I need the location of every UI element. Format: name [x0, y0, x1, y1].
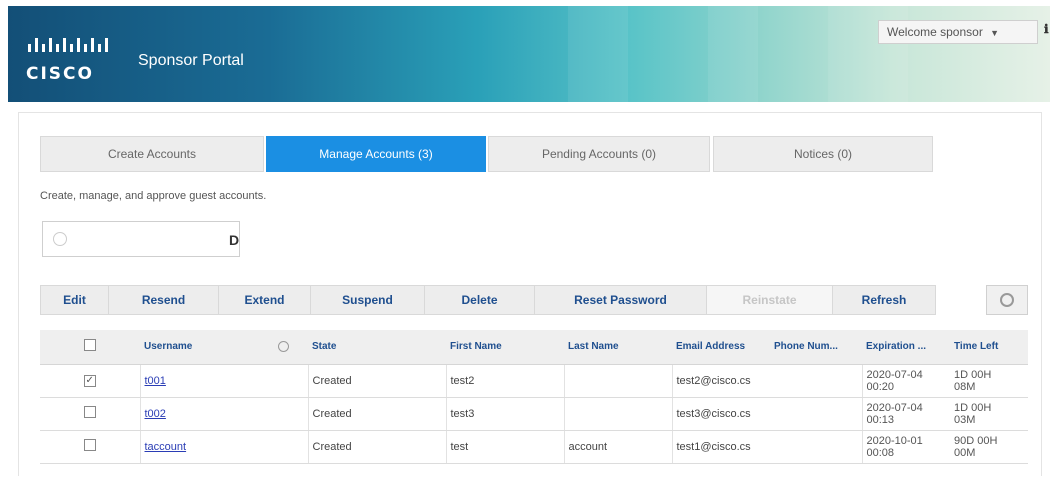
page-description: Create, manage, and approve guest accoun… — [40, 190, 267, 202]
cell-phone — [770, 364, 862, 398]
header-decoration — [708, 6, 758, 102]
search-box: D — [42, 221, 240, 257]
cell-time-left: 90D 00H 00M — [950, 430, 1028, 464]
column-time-left[interactable]: Time Left — [950, 330, 1028, 365]
expiration-date: 2020-07-04 — [866, 401, 923, 414]
column-sort-header — [278, 330, 308, 365]
cell-expiration: 2020-07-04 00:20 — [861, 364, 950, 398]
gear-icon — [1000, 293, 1014, 307]
extend-button[interactable]: Extend — [219, 286, 311, 314]
search-input[interactable] — [75, 230, 185, 248]
cell-expiration: 2020-07-04 00:13 — [861, 397, 950, 431]
cisco-logo-text: CISCO — [26, 64, 94, 84]
portal-header: CISCO Sponsor Portal Welcome sponsor ▼ ℹ — [8, 6, 1050, 102]
cell-username: t002 — [139, 397, 278, 431]
column-phone[interactable]: Phone Num... — [770, 330, 862, 365]
row-checkbox[interactable] — [83, 406, 96, 418]
cell-state: Created — [307, 397, 446, 431]
cell-email: test1@cisco.cs — [671, 430, 770, 464]
cell-state: Created — [307, 364, 446, 398]
tab-create-accounts[interactable]: Create Accounts — [40, 136, 264, 172]
cell-spacer — [278, 364, 308, 398]
delete-button[interactable]: Delete — [425, 286, 535, 314]
cell-first-name: test3 — [445, 397, 564, 431]
table-row[interactable]: taccount Created test account test1@cisc… — [40, 430, 1028, 464]
username-link[interactable]: taccount — [145, 441, 187, 453]
accounts-table: Username State First Name Last Name Emai… — [40, 330, 1028, 464]
tab-label: Manage Accounts (3) — [319, 147, 433, 161]
row-checkbox[interactable] — [83, 439, 96, 451]
expiration-time: 00:08 — [866, 446, 895, 459]
cell-username: t001 — [139, 364, 278, 398]
expiration-date: 2020-10-01 — [866, 434, 923, 447]
cell-username: taccount — [139, 430, 278, 464]
info-icon[interactable]: ℹ — [1044, 22, 1049, 36]
time-left-minutes: 00M — [954, 446, 976, 459]
select-all-checkbox[interactable] — [84, 339, 96, 352]
cell-spacer — [278, 430, 308, 464]
resend-button[interactable]: Resend — [109, 286, 219, 314]
tab-pending-accounts[interactable]: Pending Accounts (0) — [488, 136, 710, 172]
time-left-days: 1D 00H — [954, 401, 992, 414]
tab-label: Pending Accounts (0) — [541, 147, 657, 161]
expiration-time: 00:13 — [866, 413, 895, 426]
row-select-cell: ✓ — [40, 364, 140, 398]
portal-title: Sponsor Portal — [138, 52, 244, 69]
header-decoration — [568, 6, 628, 102]
sort-icon[interactable] — [278, 341, 289, 353]
cell-spacer — [278, 397, 308, 431]
column-email[interactable]: Email Address — [672, 330, 770, 365]
tab-label: Create Accounts — [107, 147, 197, 161]
search-icon — [53, 232, 67, 246]
account-toolbar: Edit Resend Extend Suspend Delete Reset … — [40, 285, 936, 315]
table-row[interactable]: t002 Created test3 test3@cisco.cs 2020-0… — [40, 397, 1028, 431]
row-checkbox[interactable]: ✓ — [83, 375, 96, 387]
tab-label: Notices (0) — [793, 147, 852, 161]
select-all-header — [40, 330, 140, 365]
cell-first-name: test2 — [445, 364, 564, 398]
table-header-row: Username State First Name Last Name Emai… — [40, 330, 1028, 365]
time-left-minutes: 08M — [954, 380, 976, 393]
username-link[interactable]: t001 — [145, 375, 166, 387]
search-submit-icon[interactable]: D — [229, 232, 239, 248]
cell-time-left: 1D 00H 08M — [950, 364, 1028, 398]
cell-last-name — [563, 364, 672, 398]
tab-notices[interactable]: Notices (0) — [713, 136, 933, 172]
cell-last-name — [563, 397, 672, 431]
cell-email: test3@cisco.cs — [671, 397, 770, 431]
expiration-time: 00:20 — [866, 380, 895, 393]
reset-password-button[interactable]: Reset Password — [535, 286, 707, 314]
table-row[interactable]: ✓ t001 Created test2 test2@cisco.cs 2020… — [40, 364, 1028, 398]
tab-manage-accounts[interactable]: Manage Accounts (3) — [266, 136, 486, 172]
cell-last-name: account — [563, 430, 672, 464]
time-left-days: 90D 00H — [954, 434, 998, 447]
cell-time-left: 1D 00H 03M — [950, 397, 1028, 431]
caret-down-icon: ▼ — [990, 28, 1000, 38]
row-select-cell — [40, 430, 140, 464]
cell-state: Created — [307, 430, 446, 464]
column-last-name[interactable]: Last Name — [564, 330, 672, 365]
welcome-label: Welcome sponsor — [887, 25, 983, 39]
column-expiration[interactable]: Expiration ... — [862, 330, 950, 365]
column-settings-button[interactable] — [986, 285, 1028, 315]
cell-phone — [770, 397, 862, 431]
time-left-minutes: 03M — [954, 413, 976, 426]
refresh-button[interactable]: Refresh — [833, 286, 935, 314]
cell-phone — [770, 430, 862, 464]
column-username[interactable]: Username — [140, 330, 278, 365]
username-link[interactable]: t002 — [145, 408, 166, 420]
cell-first-name: test — [445, 430, 564, 464]
expiration-date: 2020-07-04 — [866, 368, 923, 381]
welcome-dropdown[interactable]: Welcome sponsor ▼ — [878, 20, 1038, 44]
cell-expiration: 2020-10-01 00:08 — [861, 430, 950, 464]
reinstate-button[interactable]: Reinstate — [707, 286, 833, 314]
row-select-cell — [40, 397, 140, 431]
column-first-name[interactable]: First Name — [446, 330, 564, 365]
time-left-days: 1D 00H — [954, 368, 992, 381]
column-state[interactable]: State — [308, 330, 446, 365]
cell-email: test2@cisco.cs — [671, 364, 770, 398]
suspend-button[interactable]: Suspend — [311, 286, 425, 314]
edit-button[interactable]: Edit — [41, 286, 109, 314]
